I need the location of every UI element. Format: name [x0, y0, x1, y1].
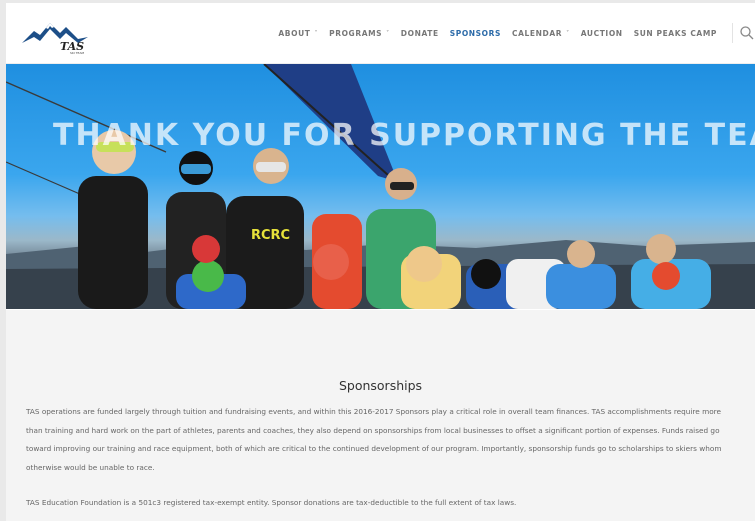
nav-programs[interactable]: PROGRAMS ˅	[329, 29, 390, 38]
team-photo: RCRC	[6, 64, 755, 309]
site-header: TAS SKI TEAM ABOUT ˅ PROGRAMS ˅ DONATE SPO…	[6, 3, 755, 64]
sponsorships-heading: Sponsorships	[338, 378, 423, 393]
tas-logo[interactable]: TAS SKI TEAM	[20, 13, 90, 55]
shirt-text: RCRC	[251, 228, 290, 243]
nav-sponsors[interactable]: SPONSORS	[450, 29, 501, 38]
chevron-down-icon: ˅	[314, 29, 319, 37]
nav-divider	[732, 23, 733, 43]
nav-calendar[interactable]: CALENDAR ˅	[512, 29, 570, 38]
tax-exempt-paragraph: TAS Education Foundation is a 501c3 regi…	[26, 498, 517, 507]
search-icon[interactable]	[739, 25, 755, 41]
chevron-down-icon: ˅	[386, 29, 390, 37]
hero-banner: RCRC THANK YOU FOR SUPPORTING THE TEAM	[6, 64, 755, 309]
logo-subtext: SKI TEAM	[70, 51, 84, 55]
chevron-down-icon: ˅	[566, 29, 570, 37]
nav-about[interactable]: ABOUT ˅	[278, 29, 318, 38]
main-content: Sponsorships TAS operations are funded l…	[6, 310, 755, 521]
hero-title: THANK YOU FOR SUPPORTING THE TEAM	[53, 118, 755, 153]
main-nav: ABOUT ˅ PROGRAMS ˅ DONATE SPONSORS CALENDA…	[278, 3, 755, 63]
nav-sun-peaks-camp[interactable]: SUN PEAKS CAMP	[634, 29, 717, 38]
nav-auction[interactable]: AUCTION	[581, 29, 623, 38]
sponsorship-paragraph: TAS operations are funded largely throug…	[26, 407, 722, 472]
nav-donate[interactable]: DONATE	[401, 29, 439, 38]
